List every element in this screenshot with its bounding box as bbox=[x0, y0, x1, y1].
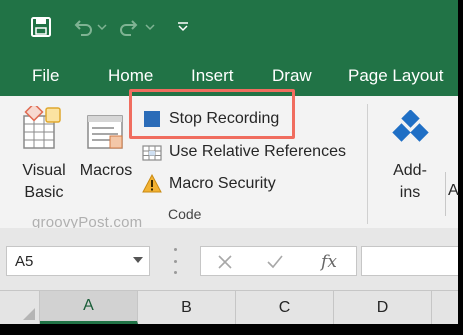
code-group-label: Code bbox=[168, 206, 202, 222]
macros-icon bbox=[84, 106, 128, 152]
undo-icon[interactable] bbox=[72, 14, 94, 40]
tab-draw[interactable]: Draw bbox=[272, 66, 312, 86]
quick-access-toolbar bbox=[0, 0, 458, 56]
formula-bar-grip-icon[interactable] bbox=[172, 248, 178, 274]
add-ins-label: Add- ins bbox=[393, 162, 427, 201]
formula-input[interactable] bbox=[361, 246, 458, 276]
insert-function-icon[interactable]: fx bbox=[313, 247, 345, 277]
add-ins-icon bbox=[390, 109, 430, 150]
visual-basic-label: Visual Basic bbox=[22, 162, 66, 201]
save-icon[interactable] bbox=[28, 14, 54, 40]
column-header-b[interactable]: B bbox=[138, 291, 236, 324]
customize-toolbar-icon[interactable] bbox=[174, 14, 192, 40]
formula-bar: A5 fx bbox=[0, 228, 458, 290]
macro-security-button[interactable]: Macro Security bbox=[142, 171, 276, 197]
visual-basic-button[interactable]: Visual Basic bbox=[14, 96, 74, 204]
tab-home[interactable]: Home bbox=[108, 66, 153, 86]
next-group-partial-label: A bbox=[448, 182, 459, 199]
tab-page-layout[interactable]: Page Layout bbox=[348, 66, 443, 86]
name-box-dropdown-icon[interactable] bbox=[133, 257, 143, 263]
relative-references-label: Use Relative References bbox=[169, 143, 346, 160]
formula-buttons: fx bbox=[200, 246, 357, 276]
column-header-c[interactable]: C bbox=[236, 291, 334, 324]
macros-button[interactable]: Macros bbox=[76, 96, 136, 182]
select-all-corner[interactable] bbox=[0, 291, 40, 324]
undo-dropdown-icon[interactable] bbox=[96, 14, 108, 40]
redo-dropdown-icon[interactable] bbox=[144, 14, 156, 40]
stop-recording-highlight bbox=[129, 89, 295, 139]
visual-basic-icon bbox=[22, 102, 66, 152]
add-ins-button[interactable]: Add- ins bbox=[380, 96, 440, 204]
relative-references-icon bbox=[142, 142, 162, 162]
enter-check-icon[interactable] bbox=[261, 247, 289, 277]
macros-label: Macros bbox=[79, 162, 133, 179]
column-header-a[interactable]: A bbox=[40, 291, 138, 324]
next-ribbon-group: A bbox=[445, 172, 459, 216]
name-box[interactable]: A5 bbox=[6, 246, 150, 276]
use-relative-references-button[interactable]: Use Relative References bbox=[142, 139, 346, 165]
column-headers: A B C D bbox=[0, 290, 458, 324]
redo-icon[interactable] bbox=[118, 14, 140, 40]
macro-security-label: Macro Security bbox=[169, 175, 276, 192]
cancel-icon[interactable] bbox=[211, 247, 239, 277]
tab-insert[interactable]: Insert bbox=[191, 66, 234, 86]
tab-file[interactable]: File bbox=[32, 66, 59, 86]
excel-window: File Home Insert Draw Page Layout Visual… bbox=[0, 0, 463, 335]
column-header-d[interactable]: D bbox=[334, 291, 432, 324]
name-box-value: A5 bbox=[15, 253, 34, 270]
column-header-partial[interactable] bbox=[432, 291, 458, 324]
ribbon-separator bbox=[367, 104, 368, 224]
warning-icon bbox=[142, 174, 162, 194]
